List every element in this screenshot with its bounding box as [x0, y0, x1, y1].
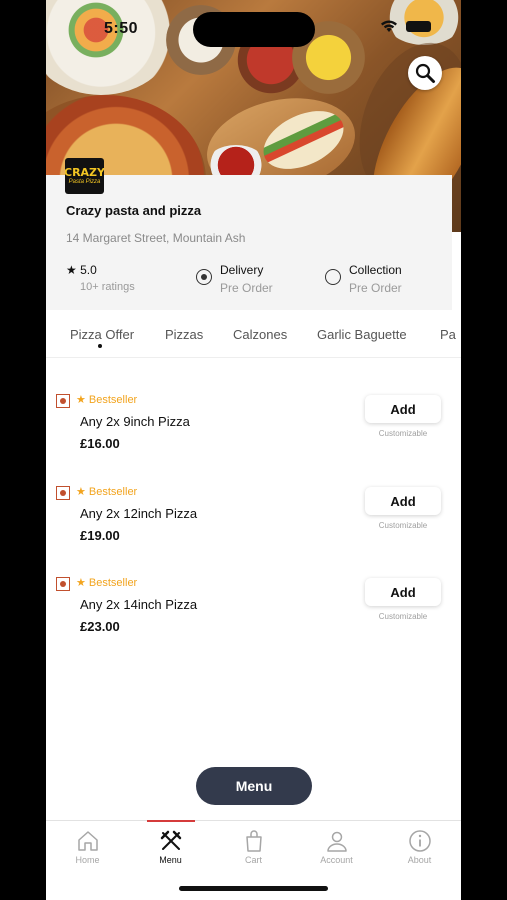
menu-item: ★ Bestseller Any 2x 9inch Pizza £16.00 A… — [46, 390, 461, 474]
nav-account[interactable]: Account — [295, 821, 378, 881]
customizable-label: Customizable — [378, 429, 428, 438]
logo-text: CRAZY — [65, 165, 104, 179]
menu-item: ★ Bestseller Any 2x 14inch Pizza £23.00 … — [46, 573, 461, 657]
rating: ★ 5.0 — [66, 263, 97, 277]
menu-item: ★ Bestseller Any 2x 12inch Pizza £19.00 … — [46, 482, 461, 566]
tab-pizzas[interactable]: Pizzas — [165, 327, 203, 342]
wifi-icon — [381, 20, 397, 32]
tab-pizza-offer[interactable]: Pizza Offer — [70, 327, 134, 342]
collection-radio[interactable] — [325, 269, 341, 285]
add-button[interactable]: Add — [365, 487, 441, 515]
status-icons — [380, 20, 431, 33]
item-price: £23.00 — [80, 619, 120, 634]
category-tabs: Pizza Offer Pizzas Calzones Garlic Bague… — [46, 318, 461, 358]
app-screen: 5:50 CRAZY Pasta Pizza Crazy pasta and p… — [46, 0, 461, 900]
veg-indicator-icon — [56, 394, 70, 408]
fork-knife-icon — [160, 830, 182, 850]
tab-garlic-baguette[interactable]: Garlic Baguette — [317, 327, 407, 342]
add-button[interactable]: Add — [365, 578, 441, 606]
bestseller-badge: ★ Bestseller — [76, 486, 138, 498]
restaurant-address: 14 Margaret Street, Mountain Ash — [66, 231, 246, 245]
customizable-label: Customizable — [378, 521, 428, 530]
bestseller-badge: ★ Bestseller — [76, 577, 138, 589]
delivery-label: Delivery — [220, 263, 264, 277]
star-icon: ★ — [66, 263, 77, 277]
nav-about[interactable]: About — [378, 821, 461, 881]
rating-value: 5.0 — [80, 263, 97, 277]
nav-menu[interactable]: Menu — [129, 820, 212, 881]
item-price: £19.00 — [80, 528, 120, 543]
ratings-count: 10+ ratings — [80, 281, 135, 293]
menu-button[interactable]: Menu — [196, 767, 312, 805]
restaurant-logo: CRAZY Pasta Pizza — [65, 158, 104, 194]
tab-pasta[interactable]: Pa — [440, 327, 456, 342]
info-icon — [409, 830, 431, 852]
collection-label: Collection — [349, 263, 402, 277]
customizable-label: Customizable — [378, 612, 428, 621]
home-icon — [78, 831, 98, 851]
nav-about-label: About — [407, 855, 432, 865]
restaurant-info-card: CRAZY Pasta Pizza Crazy pasta and pizza … — [46, 158, 452, 310]
search-icon — [415, 63, 435, 83]
nav-cart[interactable]: Cart — [212, 821, 295, 881]
item-name: Any 2x 9inch Pizza — [80, 414, 190, 429]
add-button[interactable]: Add — [365, 395, 441, 423]
veg-indicator-icon — [56, 577, 70, 591]
tab-calzones[interactable]: Calzones — [233, 327, 287, 342]
collection-sub: Pre Order — [349, 281, 402, 295]
veg-indicator-icon — [56, 486, 70, 500]
status-time: 5:50 — [104, 20, 139, 37]
item-name: Any 2x 14inch Pizza — [80, 597, 198, 612]
dynamic-island — [193, 12, 315, 47]
nav-cart-label: Cart — [244, 855, 262, 865]
home-indicator — [179, 886, 328, 891]
delivery-sub: Pre Order — [220, 281, 273, 295]
active-tab-indicator — [98, 344, 102, 348]
restaurant-name: Crazy pasta and pizza — [66, 203, 202, 218]
nav-home-label: Home — [75, 855, 100, 865]
bestseller-badge: ★ Bestseller — [76, 394, 138, 406]
search-button[interactable] — [408, 56, 442, 90]
nav-menu-label: Menu — [159, 855, 182, 865]
nav-account-label: Account — [320, 855, 353, 865]
delivery-radio[interactable] — [196, 269, 212, 285]
item-name: Any 2x 12inch Pizza — [80, 506, 198, 521]
battery-icon — [406, 21, 431, 32]
bag-icon — [246, 830, 262, 852]
nav-home[interactable]: Home — [46, 821, 129, 881]
person-icon — [327, 831, 347, 852]
item-price: £16.00 — [80, 436, 120, 451]
logo-subtext: Pasta Pizza — [68, 178, 101, 185]
